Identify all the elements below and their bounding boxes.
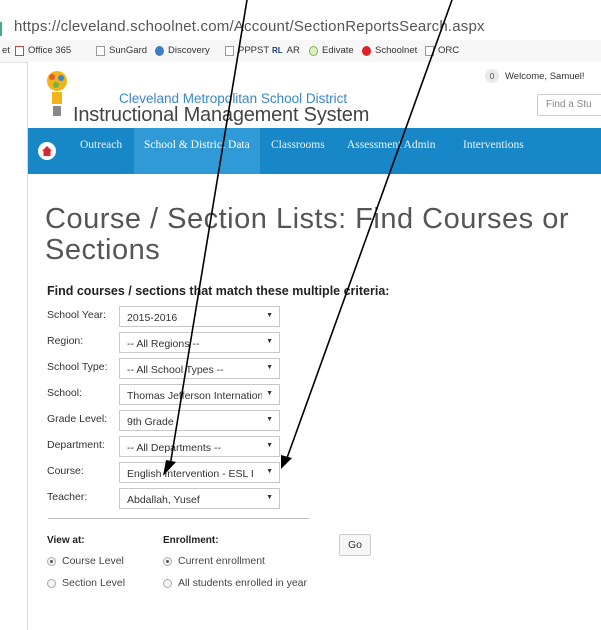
page-icon (96, 45, 105, 56)
radio-all-students[interactable]: All students enrolled in year (163, 577, 307, 589)
nav-classrooms[interactable]: Classrooms (261, 128, 335, 174)
radio-course-level[interactable]: Course Level (47, 555, 124, 567)
url-text[interactable]: https://cleveland.schoolnet.com/Account/… (14, 18, 485, 35)
bookmark-label: AR (286, 45, 300, 56)
screenshot: { "browser": { "url": "https://cleveland… (0, 0, 601, 630)
bookmark-label: et (2, 45, 10, 56)
department-label: Department: (47, 439, 105, 451)
select-value: 9th Grade (127, 416, 174, 428)
bookmark-label: ORC (438, 45, 460, 56)
radio-unselected-icon (163, 578, 172, 588)
select-value: -- All Regions -- (127, 338, 200, 350)
site-header: Cleveland Metropolitan School District I… (28, 62, 601, 127)
bookmark-discovery[interactable]: Discovery (155, 45, 210, 56)
bookmark-sungard[interactable]: SunGard (96, 45, 147, 56)
nav-school-district-data[interactable]: School & District Data (134, 128, 260, 174)
criteria-heading: Find courses / sections that match these… (47, 284, 390, 298)
page-icon (425, 45, 434, 56)
school-label: School: (47, 387, 83, 399)
bookmark-edivate[interactable]: Edivate (309, 45, 354, 56)
radio-label: Current enrollment (178, 555, 265, 567)
caret-down-icon: ▼ (266, 338, 273, 345)
school-select[interactable]: Thomas Jefferson Internation ▼ (119, 384, 280, 405)
course-select[interactable]: English Intervention - ESL I ▼ (119, 462, 280, 483)
region-label: Region: (47, 335, 84, 347)
radio-selected-icon (47, 556, 56, 566)
select-value: 2015-2016 (127, 312, 178, 324)
bookmark-office365[interactable]: Office 365 (15, 45, 71, 56)
radio-section-level[interactable]: Section Level (47, 577, 125, 589)
bookmark-label: Discovery (168, 45, 210, 56)
bookmark-ar[interactable]: RL AR (272, 45, 300, 56)
divider (48, 518, 309, 519)
main-nav: Outreach School & District Data Classroo… (28, 128, 601, 174)
bookmark-label: PPPST (238, 45, 270, 56)
school-type-select[interactable]: -- All School Types -- ▼ (119, 358, 280, 379)
radio-label: Section Level (62, 577, 126, 589)
radio-current-enrollment[interactable]: Current enrollment (163, 555, 265, 567)
bookmark-schoolnet[interactable]: Schoolnet (362, 45, 417, 56)
go-button[interactable]: Go (339, 534, 371, 556)
ims-logo-icon (47, 71, 67, 116)
course-label: Course: (47, 465, 84, 477)
bookmark-label: SunGard (109, 45, 148, 56)
grade-level-label: Grade Level: (47, 413, 108, 425)
home-button[interactable] (38, 142, 56, 160)
bookmark-et[interactable]: et (2, 45, 10, 56)
page-title: Course / Section Lists: Find Courses or … (45, 203, 569, 266)
caret-down-icon: ▼ (266, 364, 273, 371)
bookmark-label: Edivate (322, 45, 354, 56)
department-select[interactable]: -- All Departments -- ▼ (119, 436, 280, 457)
select-value: Thomas Jefferson Internation (127, 390, 262, 402)
bookmark-orc[interactable]: ORC (425, 45, 459, 56)
schoolnet-icon (362, 45, 371, 56)
enrollment-label: Enrollment: (163, 535, 219, 546)
system-name: Instructional Management System (73, 104, 370, 126)
radio-label: Course Level (62, 555, 124, 567)
grade-level-select[interactable]: 9th Grade ▼ (119, 410, 280, 431)
caret-down-icon: ▼ (266, 494, 273, 501)
caret-down-icon: ▼ (266, 468, 273, 475)
bookmark-pppst[interactable]: PPPST (225, 45, 269, 56)
teacher-select[interactable]: Abdallah, Yusef ▼ (119, 488, 280, 509)
find-student-input[interactable]: Find a Stu (537, 94, 601, 116)
welcome-text[interactable]: Welcome, Samuel! (505, 71, 585, 82)
page-frame: Cleveland Metropolitan School District I… (27, 62, 601, 630)
page-icon (225, 45, 234, 56)
teacher-label: Teacher: (47, 491, 88, 503)
nav-outreach[interactable]: Outreach (70, 128, 132, 174)
school-year-label: School Year: (47, 309, 106, 321)
select-value: -- All Departments -- (127, 442, 221, 454)
caret-down-icon: ▼ (266, 442, 273, 449)
caret-down-icon: ▼ (266, 390, 273, 397)
welcome-area: 0 Welcome, Samuel! (485, 69, 585, 83)
bookmark-label: Office 365 (28, 45, 72, 56)
address-bar[interactable]: https://cleveland.schoolnet.com/Account/… (0, 0, 601, 40)
nav-assessment-admin[interactable]: Assessment Admin (337, 128, 446, 174)
office365-icon (15, 45, 24, 56)
rl-icon: RL (272, 46, 283, 55)
radio-selected-icon (163, 556, 172, 566)
select-value: Abdallah, Yusef (127, 494, 200, 506)
caret-down-icon: ▼ (266, 312, 273, 319)
edivate-icon (309, 45, 318, 56)
school-year-select[interactable]: 2015-2016 ▼ (119, 306, 280, 327)
bookmarks-bar: et Office 365 SunGard Discovery PPPST RL… (0, 40, 601, 63)
home-icon (42, 146, 52, 156)
globe-icon (155, 45, 164, 56)
radio-label: All students enrolled in year (178, 577, 307, 589)
bookmark-label: Schoolnet (375, 45, 418, 56)
region-select[interactable]: -- All Regions -- ▼ (119, 332, 280, 353)
secure-lock-icon (0, 22, 12, 36)
view-at-label: View at: (47, 535, 85, 546)
select-value: English Intervention - ESL I (127, 468, 254, 480)
notification-badge[interactable]: 0 (485, 69, 499, 83)
nav-interventions[interactable]: Interventions (453, 128, 534, 174)
school-type-label: School Type: (47, 361, 108, 373)
select-value: -- All School Types -- (127, 364, 224, 376)
radio-unselected-icon (47, 578, 56, 588)
caret-down-icon: ▼ (266, 416, 273, 423)
